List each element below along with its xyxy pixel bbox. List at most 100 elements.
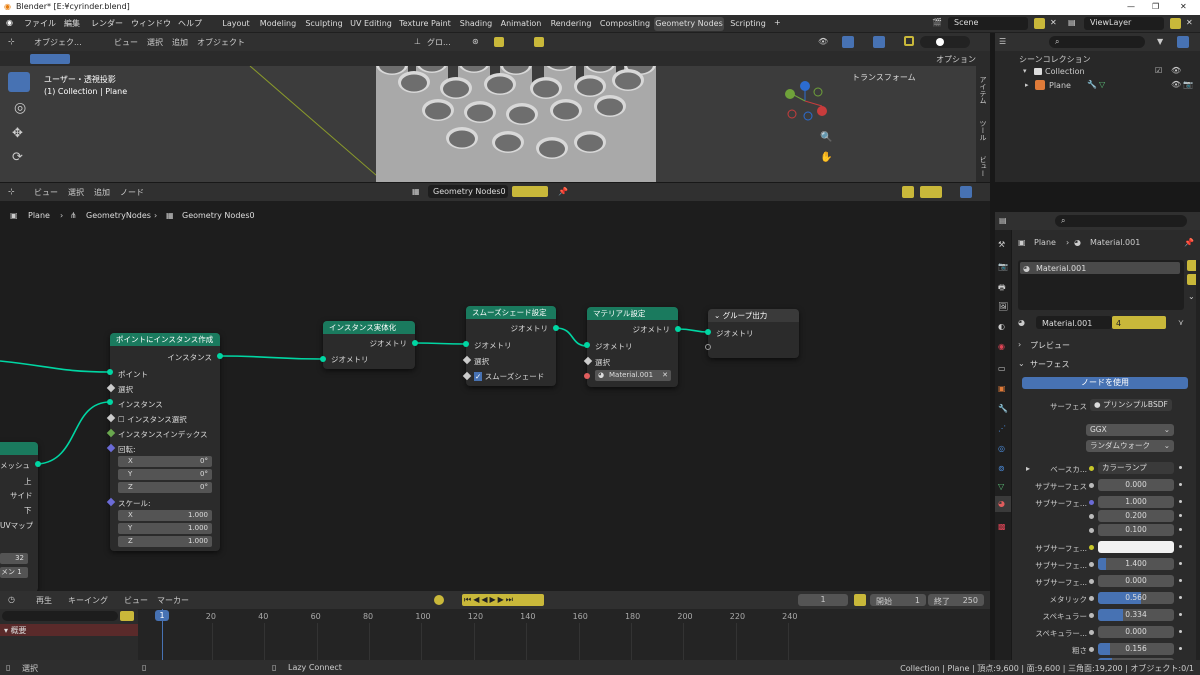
tab-rendering[interactable]: Rendering (546, 17, 596, 31)
view-layer-tab-icon[interactable]: 🖼 (998, 302, 1008, 311)
node-tools-icon[interactable] (920, 186, 942, 198)
menu-view[interactable]: ビュー (114, 37, 138, 48)
material-name[interactable]: Material.001 (1042, 319, 1092, 328)
transform-orientation-dropdown[interactable]: グロ... (427, 37, 451, 48)
use-nodes-button[interactable]: ノードを使用 (1022, 377, 1188, 389)
menu-playback[interactable]: 再生 (36, 595, 52, 606)
node-editor-type-icon[interactable]: ⊹ (8, 187, 15, 196)
scene-name[interactable]: Scene (954, 18, 978, 27)
input-value-field[interactable]: 0.000 (1098, 479, 1174, 491)
material-in-socket[interactable] (584, 342, 590, 348)
input-socket-dot[interactable] (1089, 647, 1094, 652)
node-link-icon[interactable]: ⋎ (1178, 318, 1184, 327)
physics-tab-icon[interactable]: ◎ (998, 444, 1005, 453)
menu-render[interactable]: レンダー (91, 18, 123, 29)
material-slot-list[interactable]: ◕ Material.001 (1018, 260, 1184, 310)
clear-material-icon[interactable]: ✕ (662, 370, 668, 381)
fill-segments-field[interactable]: メン 1 (0, 567, 28, 578)
input-value-field[interactable]: 0.156 (1098, 643, 1174, 655)
realize-in-socket[interactable] (320, 356, 326, 362)
input-value-field[interactable]: 0.100 (1098, 524, 1174, 536)
filter-icon[interactable]: ▼ (1157, 37, 1163, 46)
pick-instance-checkbox[interactable]: ☐ インスタンス選択 (118, 414, 187, 425)
gizmo-toggle-icon[interactable] (842, 36, 854, 48)
properties-scrollbar[interactable] (1196, 260, 1200, 660)
pan-hand-icon[interactable]: ✋ (820, 152, 832, 163)
scene-collection[interactable]: シーンコレクション (1019, 54, 1091, 65)
realize-instances-node[interactable]: インスタンス実体化 ジオメトリ ジオメトリ (323, 321, 415, 369)
tab-modeling[interactable]: Modeling (256, 17, 300, 31)
output-tab-icon[interactable]: 🖶 (998, 282, 1006, 296)
expand-arrow-icon[interactable]: ▸ (1026, 464, 1030, 473)
node-tree-name[interactable]: Geometry Nodes0 (433, 187, 506, 196)
node-menu-node[interactable]: ノード (120, 187, 144, 198)
editor-type-icon[interactable]: ⊹ (8, 37, 15, 46)
keyframe-dot[interactable] (1179, 579, 1182, 582)
outliner-search-field[interactable] (1049, 36, 1145, 48)
keyframe-dot[interactable] (1179, 514, 1182, 517)
material-out-socket[interactable] (675, 326, 681, 332)
keyframe-dot[interactable] (1179, 596, 1182, 599)
node-menu-select[interactable]: 選択 (68, 187, 84, 198)
world-tab-icon[interactable]: ◉ (998, 342, 1005, 351)
navigation-gizmo[interactable] (780, 76, 830, 126)
input-value-field[interactable]: 0.334 (1098, 609, 1174, 621)
maximize-button[interactable]: ❐ (1152, 2, 1159, 11)
tab-geometry-nodes[interactable]: Geometry Nodes (654, 17, 724, 31)
close-button[interactable]: ✕ (1180, 2, 1187, 11)
tab-uv-editing[interactable]: UV Editing (348, 17, 394, 31)
keyframe-dot[interactable] (1179, 466, 1182, 469)
group-empty-socket[interactable] (705, 344, 711, 350)
scale-y-field[interactable]: Y 1.000 (118, 523, 212, 534)
set-material-node[interactable]: マテリアル設定 ジオメトリ ジオメトリ 選択 ◕ Material.001 ✕ (587, 307, 678, 387)
pin-icon[interactable]: 📌 (558, 187, 568, 196)
node-overlay-icon[interactable] (960, 186, 972, 198)
keyframe-dot[interactable] (1179, 630, 1182, 633)
input-value-field[interactable]: 0.200 (1098, 510, 1174, 522)
input-value-field[interactable]: 0.000 (1098, 575, 1174, 587)
keyframe-dot[interactable] (1179, 647, 1182, 650)
instances-socket[interactable] (217, 353, 223, 359)
scale-x-field[interactable]: X 1.000 (118, 510, 212, 521)
minimize-button[interactable]: — (1127, 2, 1135, 11)
cylinder-node[interactable]: メッシュ 上 サイド 下 UVマップ 32 メン 1 (0, 442, 38, 591)
playback-controls[interactable]: ⏮◀◀▶▶⏭ (462, 594, 544, 606)
tab-shading[interactable]: Shading (456, 17, 496, 31)
keyframe-dot[interactable] (1179, 545, 1182, 548)
view-layer-name[interactable]: ViewLayer (1090, 18, 1131, 27)
input-socket-dot[interactable] (1089, 514, 1094, 519)
snap-icon[interactable] (494, 37, 504, 47)
menu-file[interactable]: ファイル (24, 18, 56, 29)
preview-arrow-icon[interactable]: › (1018, 340, 1021, 349)
preview-panel[interactable]: プレビュー (1030, 340, 1070, 351)
input-socket-dot[interactable] (1089, 579, 1094, 584)
sss-method-dropdown[interactable]: ランダムウォーク ⌄ (1086, 440, 1174, 452)
new-collection-icon[interactable] (1177, 36, 1189, 48)
set-shade-smooth-node[interactable]: スムーズシェード設定 ジオメトリ ジオメトリ 選択 ✓ スムーズシェード (466, 306, 556, 386)
view-layer-icon[interactable]: ▤ (1068, 18, 1076, 27)
object-tab-icon[interactable]: ▣ (998, 384, 1006, 393)
mode-dropdown[interactable]: オブジェク... (34, 37, 82, 48)
new-scene-icon[interactable] (1034, 18, 1045, 29)
properties-editor-icon[interactable]: ▤ (999, 216, 1007, 225)
options-dropdown[interactable]: オプション (936, 54, 976, 65)
proportional-edit-icon[interactable] (534, 37, 544, 47)
surface-arrow-icon[interactable]: ⌄ (1018, 359, 1025, 368)
browse-material-icon[interactable]: ◕ (1018, 318, 1025, 327)
select-tool-icon[interactable] (8, 72, 30, 92)
tab-tool[interactable]: ツール (978, 120, 988, 141)
surface-panel[interactable]: サーフェス (1030, 359, 1070, 370)
hide-eye-icon[interactable]: 👁 (1171, 66, 1181, 75)
input-value-field[interactable]: カラーランプ (1098, 462, 1174, 474)
exclude-checkbox[interactable]: ☑ (1155, 66, 1162, 75)
menu-marker[interactable]: マーカー (157, 595, 189, 606)
cursor-tool-icon[interactable]: ◎ (14, 100, 26, 116)
tool-tab-icon[interactable]: ⚒ (998, 240, 1005, 249)
move-tool-icon[interactable]: ✥ (12, 126, 23, 141)
menu-select[interactable]: 選択 (147, 37, 163, 48)
material-field[interactable]: ◕ Material.001 ✕ (595, 370, 671, 381)
playhead[interactable]: 1 (155, 610, 169, 621)
shading-modes[interactable] (920, 36, 970, 48)
input-socket-dot[interactable] (1089, 562, 1094, 567)
input-socket-dot[interactable] (1089, 545, 1094, 550)
